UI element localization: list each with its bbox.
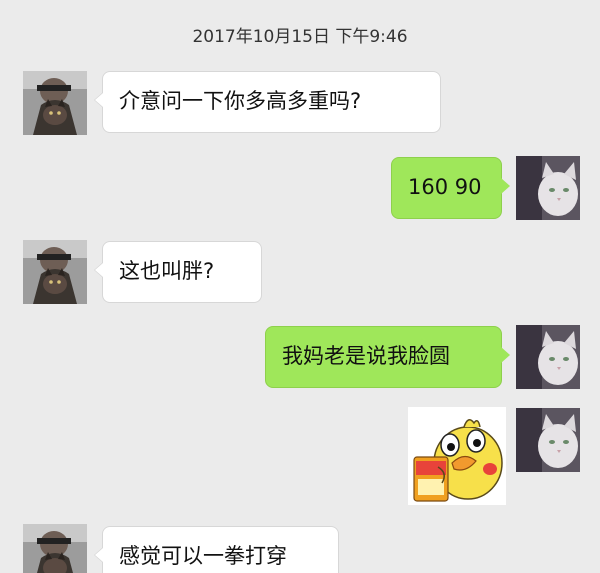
outgoing-message-bubble[interactable]: 我妈老是说我脸圆 bbox=[265, 326, 510, 388]
yellow-chick-sticker-image bbox=[408, 407, 506, 505]
message-text: 感觉可以一拳打穿 bbox=[119, 544, 287, 569]
incoming-message-bubble[interactable]: 这也叫胖? bbox=[94, 241, 262, 303]
message-timestamp: 2017年10月15日 下午9:46 bbox=[192, 27, 408, 47]
cat-photo-avatar-image bbox=[516, 408, 580, 472]
chat-window: 2017年10月15日 下午9:46 介意问一下你多高多重吗? 160 90 这… bbox=[0, 0, 600, 573]
cat-photo-avatar[interactable] bbox=[516, 325, 580, 389]
incoming-message-bubble[interactable]: 感觉可以一拳打穿 bbox=[94, 526, 339, 573]
outgoing-message-bubble[interactable]: 160 90 bbox=[391, 157, 510, 219]
message-text: 我妈老是说我脸圆 bbox=[282, 344, 450, 369]
cat-photo-avatar-image bbox=[516, 325, 580, 389]
user-photo-avatar-image bbox=[23, 240, 87, 304]
user-photo-avatar[interactable] bbox=[23, 240, 87, 304]
message-text: 160 90 bbox=[408, 175, 482, 200]
message-text: 介意问一下你多高多重吗? bbox=[119, 89, 362, 114]
yellow-chick-sticker[interactable] bbox=[408, 407, 506, 505]
user-photo-avatar[interactable] bbox=[23, 71, 87, 135]
cat-photo-avatar-image bbox=[516, 156, 580, 220]
cat-photo-avatar[interactable] bbox=[516, 156, 580, 220]
user-photo-avatar-image bbox=[23, 71, 87, 135]
message-text: 这也叫胖? bbox=[119, 259, 215, 284]
cat-photo-avatar[interactable] bbox=[516, 408, 580, 472]
incoming-message-bubble[interactable]: 介意问一下你多高多重吗? bbox=[94, 71, 441, 133]
user-photo-avatar-image bbox=[23, 524, 87, 573]
user-photo-avatar[interactable] bbox=[23, 524, 87, 573]
